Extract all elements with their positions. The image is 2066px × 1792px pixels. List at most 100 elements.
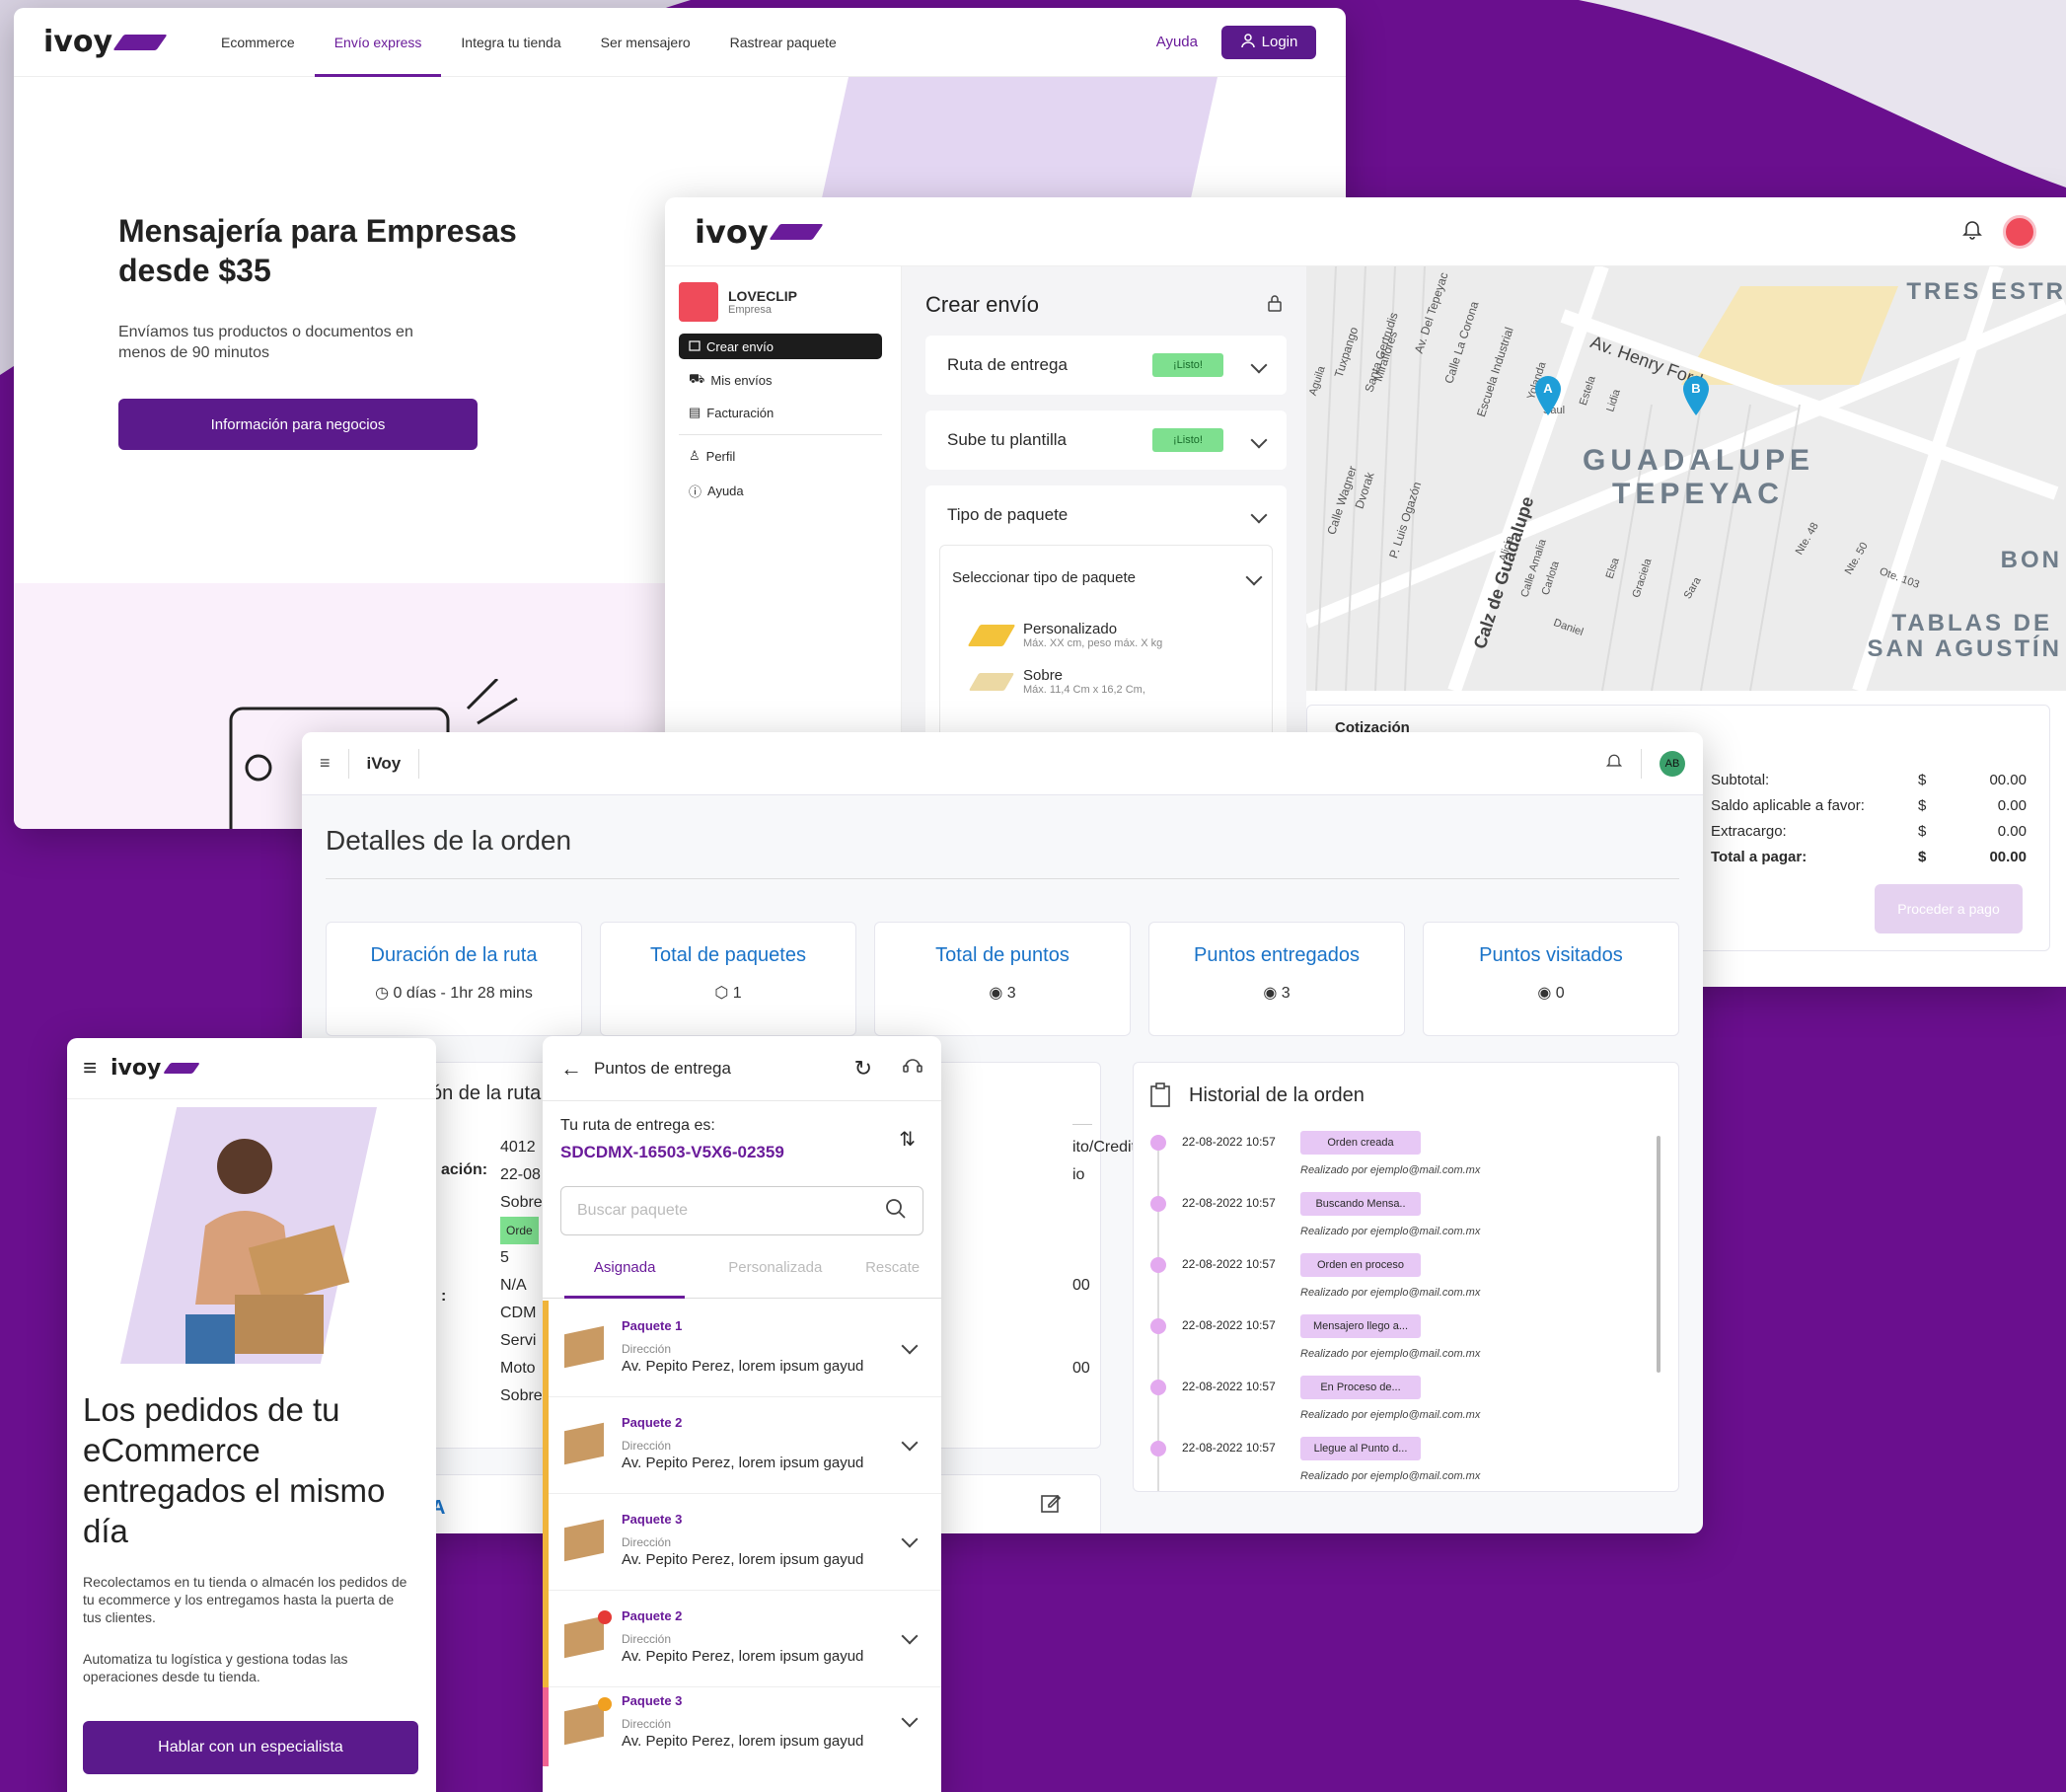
- list-item[interactable]: Paquete 2 Dirección Av. Pepito Perez, lo…: [543, 1591, 941, 1687]
- mobile-paragraph-2: Automatiza tu logística y gestiona todas…: [83, 1651, 348, 1684]
- refresh-icon[interactable]: ↻: [854, 1056, 872, 1082]
- map-label-district: TEPEYAC: [1612, 478, 1784, 510]
- summary-label: Saldo aplicable a favor:: [1711, 797, 1865, 814]
- lock-icon[interactable]: [1267, 294, 1283, 317]
- summary-amount: 0.00: [1997, 823, 2027, 840]
- logo-text: ivoy: [43, 25, 113, 59]
- scrollbar[interactable]: [1657, 1136, 1660, 1373]
- history-entry: 22-08-2022 10:57 Mensajero llego a... Re…: [1143, 1314, 1656, 1376]
- route-section[interactable]: Ruta de entrega ¡Listo!: [925, 336, 1287, 395]
- template-section[interactable]: Sube tu plantilla ¡Listo!: [925, 411, 1287, 470]
- map-label-district: GUADALUPE: [1583, 444, 1815, 477]
- chevron-down-icon[interactable]: [901, 1710, 919, 1728]
- summary-row: Subtotal: $00.00: [1711, 768, 2036, 793]
- menu-icon[interactable]: ≡: [320, 753, 331, 774]
- hero-headline: Mensajería para Empresas desde $35: [118, 213, 517, 288]
- login-button[interactable]: Login: [1221, 25, 1316, 59]
- history-list: 22-08-2022 10:57 Orden creada Realizado …: [1143, 1131, 1656, 1498]
- history-date: 22-08-2022 10:57: [1182, 1441, 1276, 1455]
- sidebar-item-perfil[interactable]: ♙ Perfil: [689, 448, 735, 464]
- stat-label: Puntos entregados: [1194, 944, 1360, 966]
- stat-card-points: Total de puntos ◉ 3: [874, 922, 1131, 1036]
- ivoy-logo[interactable]: ivoy: [695, 213, 824, 251]
- divider: [1072, 1124, 1092, 1125]
- nav-rastrear[interactable]: Rastrear paquete: [730, 8, 837, 77]
- tab-rescate[interactable]: Rescate: [865, 1259, 920, 1298]
- avatar[interactable]: [2003, 214, 2036, 249]
- package-name: Paquete 3: [622, 1693, 683, 1708]
- summary-currency: $: [1918, 797, 1927, 814]
- company-logo: [679, 282, 718, 322]
- nav-integra[interactable]: Integra tu tienda: [461, 8, 560, 77]
- bell-icon[interactable]: [1605, 752, 1623, 775]
- package-type-header[interactable]: Tipo de paquete: [925, 485, 1287, 545]
- package-name: Personalizado: [1023, 621, 1118, 637]
- chevron-down-icon[interactable]: [901, 1337, 919, 1355]
- ivoy-logo[interactable]: iVoy: [367, 754, 402, 774]
- stat-card-duration: Duración de la ruta ◷ 0 días - 1hr 28 mi…: [326, 922, 582, 1036]
- sidebar-item-mis-envios[interactable]: ⛟ Mis envíos: [689, 371, 773, 389]
- sidebar-item-label: Ayuda: [707, 484, 744, 498]
- package-desc: Máx. XX cm, peso máx. X kg: [1023, 637, 1163, 649]
- ivoy-logo[interactable]: ivoy: [43, 25, 168, 59]
- sidebar-item-ayuda[interactable]: ⓘ Ayuda: [689, 482, 744, 500]
- tab-asignada[interactable]: Asignada: [563, 1259, 686, 1299]
- hamburger-icon[interactable]: ≡: [83, 1055, 97, 1083]
- list-item[interactable]: Paquete 1 Dirección Av. Pepito Perez, lo…: [543, 1301, 941, 1397]
- address-label: Dirección: [622, 1632, 672, 1646]
- nav-envio-express[interactable]: Envío express: [314, 8, 442, 77]
- location-icon: ◉: [1537, 985, 1556, 1002]
- ivoy-logo[interactable]: ivoy: [111, 1056, 201, 1081]
- list-item[interactable]: Paquete 3 Dirección Av. Pepito Perez, lo…: [543, 1687, 941, 1766]
- summary-currency: $: [1918, 823, 1927, 840]
- search-input[interactable]: Buscar paquete: [560, 1186, 923, 1235]
- package-name: Paquete 2: [622, 1608, 683, 1623]
- talk-specialist-button[interactable]: Hablar con un especialista: [83, 1721, 418, 1774]
- package-type-select[interactable]: Seleccionar tipo de paquete: [940, 546, 1272, 609]
- package-option-personalizado[interactable]: Personalizado Máx. XX cm, peso máx. X kg: [940, 609, 1272, 661]
- back-arrow-icon[interactable]: ←: [560, 1056, 582, 1082]
- list-item[interactable]: Paquete 2 Dirección Av. Pepito Perez, lo…: [543, 1397, 941, 1494]
- tab-personalizada[interactable]: Personalizada: [728, 1259, 822, 1298]
- proceed-payment-button[interactable]: Proceder a pago: [1875, 884, 2023, 933]
- bell-icon[interactable]: [1961, 218, 1983, 245]
- header-divider: [1641, 748, 1642, 779]
- map-pin-b[interactable]: B: [1681, 375, 1711, 416]
- business-info-button[interactable]: Información para negocios: [118, 399, 478, 450]
- chevron-down-icon[interactable]: [901, 1627, 919, 1645]
- package-option-sobre[interactable]: Sobre Máx. 11,4 Cm x 16,2 Cm,: [940, 661, 1272, 702]
- list-item[interactable]: Paquete 3 Dirección Av. Pepito Perez, lo…: [543, 1494, 941, 1591]
- route-value: 22-08: [500, 1166, 541, 1183]
- map-pin-a[interactable]: A: [1533, 375, 1563, 416]
- summary-currency: $: [1918, 772, 1927, 788]
- route-values: 4012 22-08 Sobre Orde 5 N/A CDM Servi Mo…: [500, 1134, 543, 1410]
- sidebar-item-facturacion[interactable]: ▤ Facturación: [689, 405, 774, 420]
- hero-subtext: Envíamos tus productos o documentos en m…: [118, 324, 413, 361]
- box-icon: [564, 1422, 604, 1465]
- avatar[interactable]: AB: [1660, 750, 1685, 777]
- stat-label: Total de paquetes: [650, 944, 806, 966]
- chevron-down-icon[interactable]: [901, 1531, 919, 1548]
- sidebar-item-crear-envio[interactable]: Crear envío: [679, 334, 882, 359]
- sidebar-item-label: Perfil: [705, 448, 736, 464]
- stat-value: 1: [732, 985, 742, 1002]
- route-code: SDCDMX-16503-V5X6-02359: [560, 1143, 784, 1161]
- hero-image: [185, 1139, 350, 1364]
- search-icon[interactable]: [885, 1198, 907, 1225]
- history-status: Mensajero llego a...: [1300, 1314, 1421, 1338]
- company-card: LOVECLIP Empresa: [679, 282, 797, 322]
- help-link[interactable]: Ayuda: [1156, 34, 1198, 50]
- support-icon[interactable]: [902, 1055, 923, 1082]
- edit-icon[interactable]: [1039, 1491, 1063, 1520]
- map[interactable]: TRES ESTR GUADALUPE TEPEYAC BON TABLAS D…: [1306, 266, 2066, 691]
- nav-ser-mensajero[interactable]: Ser mensajero: [601, 8, 691, 77]
- pin-label: B: [1691, 381, 1701, 396]
- history-title: Historial de la orden: [1189, 1084, 1365, 1106]
- address-label: Dirección: [622, 1717, 672, 1731]
- swap-icon[interactable]: ⇅: [899, 1127, 916, 1152]
- status-bar: [543, 1494, 549, 1591]
- route-card-title: ón de la ruta: [431, 1083, 542, 1104]
- nav-ecommerce[interactable]: Ecommerce: [221, 8, 295, 77]
- chevron-down-icon[interactable]: [901, 1434, 919, 1452]
- page-title: Detalles de la orden: [326, 825, 572, 856]
